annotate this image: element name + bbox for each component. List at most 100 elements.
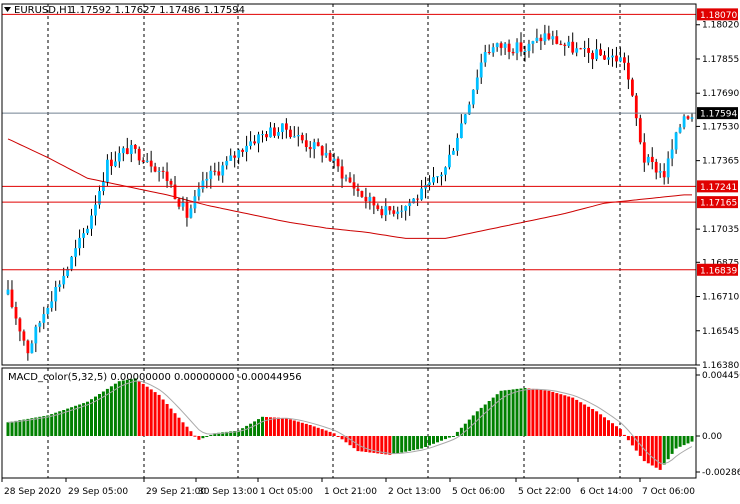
candle-body: [14, 307, 18, 319]
macd-bar: [555, 393, 559, 436]
candle-body: [74, 248, 77, 257]
candle-body: [245, 145, 248, 152]
macd-bar: [30, 418, 34, 436]
candle-body: [388, 206, 392, 211]
macd-bar: [54, 412, 58, 436]
candle-body: [587, 48, 590, 53]
macd-bar: [62, 410, 66, 436]
macd-bar: [483, 404, 487, 436]
macd-bar: [50, 414, 54, 436]
candle-body: [503, 43, 507, 48]
macd-bar: [436, 436, 439, 443]
candle-body: [495, 43, 499, 48]
candle-body: [650, 156, 654, 162]
candle-body: [201, 180, 205, 189]
candle-body: [181, 202, 185, 207]
candle-body: [129, 145, 133, 154]
macd-bar: [98, 394, 101, 436]
candle-body: [511, 51, 515, 54]
macd-bar: [559, 394, 563, 436]
candle-body: [543, 33, 547, 42]
macd-bar: [364, 436, 368, 452]
macd-bar: [666, 436, 670, 460]
ma-line: [7, 138, 692, 239]
candle-body: [654, 161, 658, 173]
macd-bar: [392, 436, 396, 454]
candle-body: [436, 176, 439, 178]
candle-body: [408, 203, 412, 206]
candle-body: [352, 182, 356, 189]
macd-bar: [133, 378, 137, 436]
macd-bar: [674, 436, 678, 449]
candle-body: [277, 132, 280, 136]
macd-bar: [117, 381, 121, 436]
candle-body: [428, 182, 431, 185]
candle-body: [475, 77, 479, 90]
macd-bar: [26, 418, 30, 436]
candle-body: [26, 340, 30, 354]
candle-body: [292, 136, 296, 138]
macd-bar: [682, 436, 686, 446]
candle-body: [631, 79, 634, 96]
price-tick-label: 1.17530: [702, 122, 739, 132]
macd-bar: [487, 401, 491, 436]
horizontal-levels[interactable]: [2, 13, 696, 271]
candle-body: [519, 42, 523, 52]
macd-bar: [360, 436, 364, 452]
macd-bar: [420, 436, 424, 449]
candle-body: [670, 149, 674, 159]
candle-body: [233, 155, 237, 158]
macd-bar: [201, 436, 205, 439]
macd-bar: [58, 411, 62, 436]
candle-body: [38, 322, 42, 327]
time-tick-label: 1 Oct 05:00: [260, 487, 313, 497]
candle-body: [444, 167, 447, 175]
macd-bar: [412, 436, 416, 451]
macd-bar: [161, 399, 165, 436]
macd-bar: [440, 436, 443, 441]
candle-body: [225, 160, 229, 166]
triangle-down-icon[interactable]: [4, 7, 11, 12]
candle-body: [642, 142, 646, 163]
time-tick-label: 7 Oct 06:00: [642, 487, 695, 497]
candle-body: [189, 208, 193, 218]
macd-bar: [475, 411, 479, 436]
candle-body: [110, 159, 113, 167]
macd-bar: [424, 436, 428, 447]
candle-body: [241, 149, 244, 152]
candle-body: [483, 52, 487, 63]
macd-bar: [193, 435, 197, 437]
macd-bar: [646, 436, 650, 464]
candle-body: [595, 49, 598, 60]
macd-bar: [491, 397, 495, 436]
macd-bar: [404, 436, 408, 452]
candle-body: [285, 123, 288, 130]
macd-bar: [400, 436, 404, 453]
macd-bar: [78, 404, 82, 436]
candle-body: [86, 228, 89, 234]
macd-bar: [686, 436, 690, 444]
macd-bar: [121, 380, 125, 436]
candle-body: [591, 52, 594, 60]
candle-body: [456, 137, 459, 151]
candle-body: [213, 170, 217, 172]
chart-window[interactable]: 1.18020 1.17855 1.17690 1.17530 1.17365 1.170…: [0, 0, 740, 500]
macd-bar: [46, 415, 50, 436]
macd-bar: [241, 428, 245, 436]
time-axis: 28 Sep 2020 29 Sep 05:00 29 Sep 21:0030 Se…: [1, 478, 695, 497]
candle-body: [153, 166, 157, 172]
candle-body: [6, 289, 10, 295]
macd-bar: [626, 436, 630, 441]
macd-subwindow[interactable]: [6, 378, 694, 470]
macd-bar: [380, 436, 384, 454]
macd-bar: [455, 431, 459, 436]
macd-bar: [280, 418, 284, 436]
candle-body: [400, 210, 404, 212]
candle-body: [320, 146, 324, 156]
candle-body: [463, 114, 467, 124]
macd-bar: [38, 416, 42, 436]
price-plot[interactable]: [2, 13, 696, 361]
macd-bar: [499, 390, 503, 436]
chart-canvas[interactable]: 1.18020 1.17855 1.17690 1.17530 1.17365 1.170…: [0, 0, 740, 500]
candle-body: [145, 160, 149, 162]
